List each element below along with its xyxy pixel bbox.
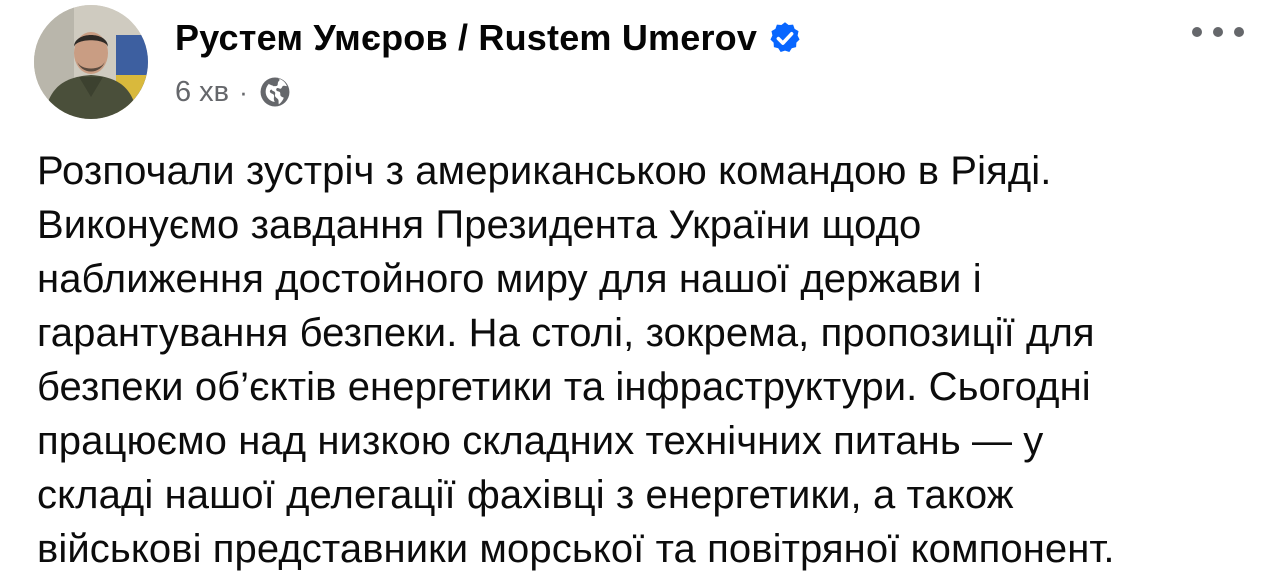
post-text-line: гарантування безпеки. На столі, зокрема,… — [37, 311, 1095, 355]
post-meta: 6 хв · — [175, 70, 292, 114]
verified-badge-icon — [767, 20, 803, 56]
more-options-icon — [1192, 27, 1202, 37]
more-options-icon-dot — [1213, 27, 1223, 37]
post-text-line: Розпочали зустріч з американською команд… — [37, 149, 1052, 193]
avatar-photo — [34, 5, 148, 119]
meta-separator: · — [239, 76, 248, 107]
post-text-line: наближення достойного миру для нашої дер… — [37, 257, 982, 301]
post-text-line: Виконуємо завдання Президента України що… — [37, 203, 922, 247]
post-body: Розпочали зустріч з американською команд… — [37, 144, 1257, 576]
post-timestamp-link[interactable]: 6 хв — [175, 76, 229, 109]
author-avatar[interactable] — [34, 5, 148, 119]
post-text-line: працюємо над низкою складних технічних п… — [37, 419, 1044, 463]
author-row: Рустем Умєров / Rustem Umerov — [175, 12, 803, 64]
more-options-button[interactable] — [1192, 18, 1244, 46]
globe-icon[interactable] — [258, 75, 292, 109]
post-text-line: військові представники морської та повіт… — [37, 527, 1115, 571]
post-text-line: складі нашої делегації фахівці з енергет… — [37, 473, 1014, 517]
more-options-icon-dot — [1234, 27, 1244, 37]
author-name-link[interactable]: Рустем Умєров / Rustem Umerov — [175, 17, 757, 59]
post-text-line: безпеки об’єктів енергетики та інфрастру… — [37, 365, 1091, 409]
